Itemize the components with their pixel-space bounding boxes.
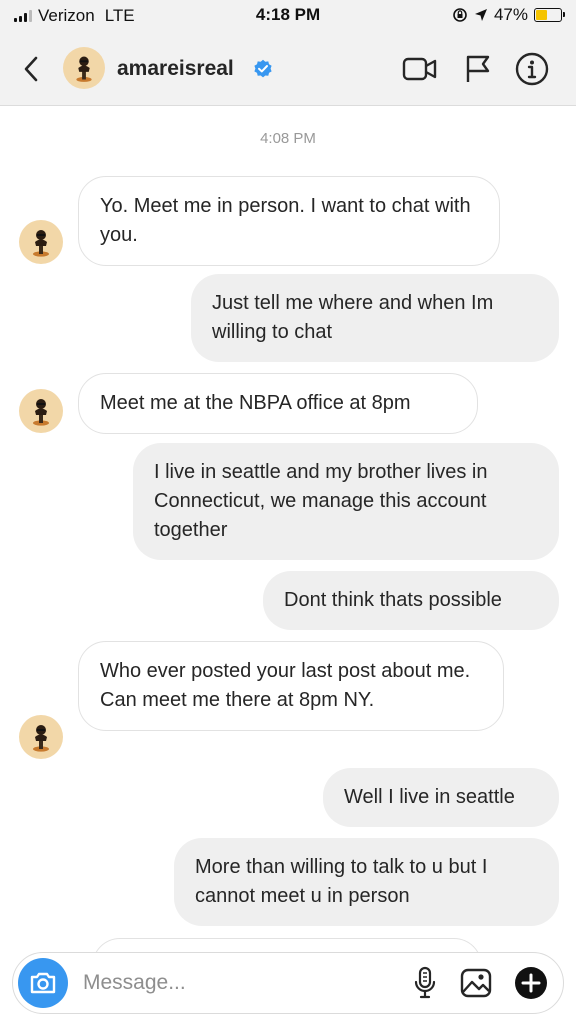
back-button[interactable] — [16, 54, 46, 84]
location-icon — [474, 9, 487, 21]
conversation-header: amareisreal — [0, 32, 576, 106]
microphone-icon — [414, 966, 436, 999]
message-bubble-received[interactable]: Who ever posted your last post about me.… — [78, 641, 504, 731]
battery-icon — [534, 8, 565, 22]
message-composer — [12, 952, 564, 1014]
flag-icon — [466, 55, 490, 82]
message-bubble-sent[interactable]: Dont think thats possible — [263, 571, 559, 630]
voice-message-button[interactable] — [407, 965, 443, 1001]
back-icon — [24, 56, 38, 82]
message-bubble-received[interactable]: Meet me at the NBPA office at 8pm — [78, 373, 478, 434]
message-bubble-sent[interactable]: I live in seattle and my brother lives i… — [133, 443, 559, 560]
add-icon — [515, 967, 547, 999]
info-icon — [515, 52, 549, 86]
message-input[interactable] — [83, 967, 383, 999]
video-call-icon — [402, 57, 437, 81]
video-call-button[interactable] — [402, 52, 438, 86]
sender-avatar[interactable] — [19, 715, 63, 759]
message-bubble-sent[interactable]: More than willing to talk to u but I can… — [174, 838, 559, 926]
verified-badge-icon — [254, 59, 272, 78]
more-options-button[interactable] — [513, 965, 549, 1001]
conversation-username[interactable]: amareisreal — [117, 57, 234, 81]
orientation-lock-icon — [453, 8, 467, 22]
info-button[interactable] — [514, 52, 550, 86]
camera-button[interactable] — [18, 958, 68, 1008]
report-button[interactable] — [460, 52, 496, 86]
sender-avatar[interactable] — [19, 389, 63, 433]
message-bubble-sent[interactable]: Well I live in seattle — [323, 768, 559, 827]
battery-percent: 47% — [493, 5, 528, 24]
chat-timestamp: 4:08 PM — [260, 130, 316, 147]
header-avatar[interactable] — [63, 47, 105, 89]
status-bar: Verizon LTE 4:18 PM 47% — [0, 0, 576, 32]
gallery-button[interactable] — [458, 965, 494, 1001]
sender-avatar[interactable] — [19, 220, 63, 264]
camera-icon — [30, 972, 56, 994]
message-bubble-sent[interactable]: Just tell me where and when Im willing t… — [191, 274, 559, 362]
message-bubble-received[interactable]: Yo. Meet me in person. I want to chat wi… — [78, 176, 500, 266]
battery-level — [536, 10, 548, 20]
gallery-icon — [460, 968, 492, 998]
